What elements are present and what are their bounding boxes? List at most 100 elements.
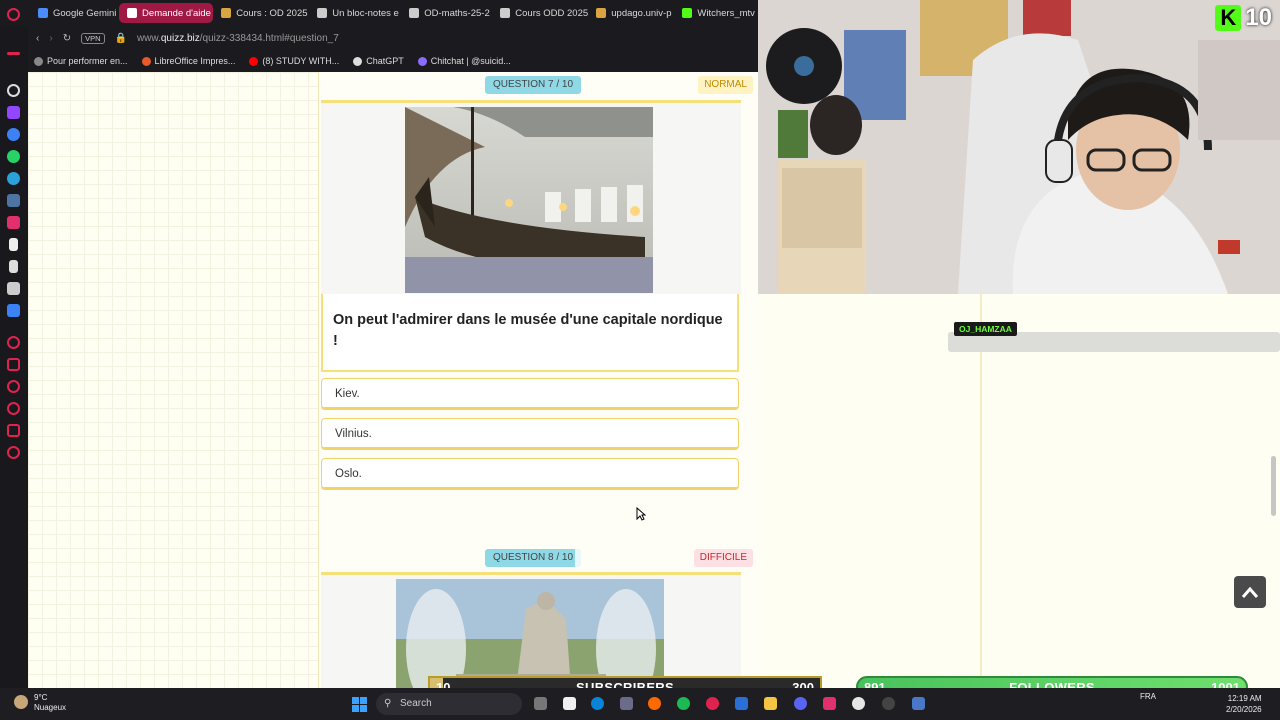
question-image-box xyxy=(321,572,741,688)
gemini-icon xyxy=(38,8,48,18)
tab-label: OD-maths-25-2 xyxy=(424,7,490,19)
reload-icon[interactable]: ↻ xyxy=(63,33,71,44)
telegram-icon[interactable] xyxy=(7,172,20,185)
question-number: QUESTION 8 / 10 xyxy=(485,549,581,567)
vpn-badge[interactable]: VPN xyxy=(81,32,105,44)
chat-alert: OJ_HAMZAA xyxy=(948,320,1280,352)
bookmark-item[interactable]: Chitchat | @suicid... xyxy=(417,56,511,66)
calculator-icon[interactable] xyxy=(912,697,925,710)
bookmark-item[interactable]: ChatGPT xyxy=(353,56,404,66)
bookmarks-bar: Pour performer en... LibreOffice Impres.… xyxy=(28,50,758,72)
youtube-icon xyxy=(249,56,259,66)
tab-google-gemini[interactable]: Google Gemini xyxy=(30,3,119,23)
site-icon xyxy=(317,8,328,18)
kick-icon xyxy=(682,8,693,18)
tab-cours-od[interactable]: Cours : OD 2025 xyxy=(213,3,309,23)
whatsapp-icon[interactable] xyxy=(7,150,20,163)
file-icon[interactable] xyxy=(563,697,576,710)
chevron-up-icon xyxy=(1241,586,1259,598)
play-icon[interactable] xyxy=(7,358,20,371)
question-header: QUESTION 8 / 10 DIFFICILE xyxy=(319,547,758,567)
question-text: On peut l'admirer dans le musée d'une ca… xyxy=(321,294,739,372)
task-view-icon[interactable] xyxy=(534,697,547,710)
system-tray: FRA xyxy=(1140,692,1156,701)
clock-date: 2/20/2026 xyxy=(1226,705,1262,714)
tab-label: updago.univ-p xyxy=(611,7,672,19)
discord-icon[interactable] xyxy=(794,697,807,710)
answer-option[interactable]: Kiev. xyxy=(321,378,739,410)
weather-icon xyxy=(14,695,28,709)
tab-label: Demande d'aide xyxy=(142,7,211,19)
settings-icon[interactable] xyxy=(7,446,20,459)
url-field[interactable]: www.quizz.biz/quizz-338434.html#question… xyxy=(137,33,339,44)
extension-icon[interactable] xyxy=(7,304,20,317)
language-indicator[interactable]: FRA xyxy=(1140,692,1156,701)
tab-demande-aide[interactable]: Demande d'aide xyxy=(119,3,214,23)
app-icon[interactable] xyxy=(620,697,633,710)
bookmark-item[interactable]: (8) STUDY WITH... xyxy=(249,56,339,66)
edge-icon[interactable] xyxy=(591,697,604,710)
search-placeholder: Search xyxy=(400,698,432,709)
tab-label: Cours ODD 2025 xyxy=(515,7,589,19)
x-icon[interactable] xyxy=(9,260,18,273)
history-icon[interactable] xyxy=(7,402,20,415)
opera-icon[interactable] xyxy=(706,697,719,710)
heart-icon[interactable] xyxy=(7,380,20,393)
instagram-icon[interactable] xyxy=(823,697,836,710)
opera-icon[interactable] xyxy=(7,8,20,21)
tab-bloc-notes[interactable]: Un bloc-notes e xyxy=(309,3,401,23)
question-image-box xyxy=(321,100,741,294)
taskbar-search[interactable]: ⚲ Search xyxy=(376,693,522,715)
tab-label: Cours : OD 2025 xyxy=(236,7,308,19)
instagram-icon[interactable] xyxy=(7,216,20,229)
tiktok-icon[interactable] xyxy=(9,238,18,251)
twitch-icon[interactable] xyxy=(7,106,20,119)
start-button[interactable] xyxy=(352,697,367,712)
bookmark-item[interactable]: LibreOffice Impres... xyxy=(141,56,236,66)
tabs-icon[interactable] xyxy=(7,52,20,55)
bookmark-label: ChatGPT xyxy=(366,56,404,66)
weather-widget[interactable]: 9°C Nuageux xyxy=(14,693,66,713)
url-domain: quizz.biz xyxy=(160,32,200,44)
scroll-to-top-button[interactable] xyxy=(1234,576,1266,608)
windows-taskbar: 9°C Nuageux ⚲ Search FRA 12:19 AM 2/20/2… xyxy=(0,688,1280,720)
bookmark-item[interactable]: Pour performer en... xyxy=(34,56,128,66)
folder-icon[interactable] xyxy=(764,697,777,710)
app-icon[interactable] xyxy=(852,697,865,710)
answer-option[interactable]: Vilnius. xyxy=(321,418,739,450)
tab-label: Witchers_mtv xyxy=(697,7,755,19)
tab-cours-odd[interactable]: Cours ODD 2025 xyxy=(492,3,588,23)
messenger-icon[interactable] xyxy=(7,128,20,141)
kick-logo-icon: K xyxy=(1215,5,1242,31)
tab-updago[interactable]: updago.univ-p xyxy=(588,3,674,23)
cube-icon[interactable] xyxy=(7,424,20,437)
tab-od-maths[interactable]: OD-maths-25-2 xyxy=(401,3,492,23)
cibeles-fountain-image xyxy=(396,579,664,688)
site-icon xyxy=(409,8,420,18)
back-icon[interactable]: ‹ xyxy=(36,33,39,44)
vk-icon[interactable] xyxy=(7,194,20,207)
tab-witchers[interactable]: Witchers_mtv xyxy=(674,3,758,23)
address-bar: ‹ › ↻ VPN 🔒 www.quizz.biz/quizz-338434.h… xyxy=(28,26,758,50)
clock[interactable]: 12:19 AM 2/20/2026 xyxy=(1226,693,1262,715)
difficulty-badge: NORMAL xyxy=(698,76,753,94)
store-icon[interactable] xyxy=(735,697,748,710)
site-icon xyxy=(596,8,607,18)
forward-icon[interactable]: › xyxy=(49,33,52,44)
bookmark-label: LibreOffice Impres... xyxy=(154,56,236,66)
chatgpt-icon[interactable] xyxy=(7,84,20,97)
firefox-icon[interactable] xyxy=(648,697,661,710)
weather-temp: 9°C xyxy=(34,693,48,702)
viking-ship-photo xyxy=(405,107,653,293)
music-icon[interactable] xyxy=(7,336,20,349)
viewer-count: 10 xyxy=(1245,4,1272,31)
lock-icon: 🔒 xyxy=(114,32,127,44)
answer-option[interactable]: Oslo. xyxy=(321,458,739,490)
obs-icon[interactable] xyxy=(882,697,895,710)
bookmark-label: Pour performer en... xyxy=(47,56,128,66)
spotify-icon[interactable] xyxy=(677,697,690,710)
page-scrollbar[interactable] xyxy=(1271,456,1276,516)
url-prefix: www. xyxy=(136,32,161,44)
discord-icon[interactable] xyxy=(7,282,20,295)
site-icon xyxy=(221,8,232,18)
